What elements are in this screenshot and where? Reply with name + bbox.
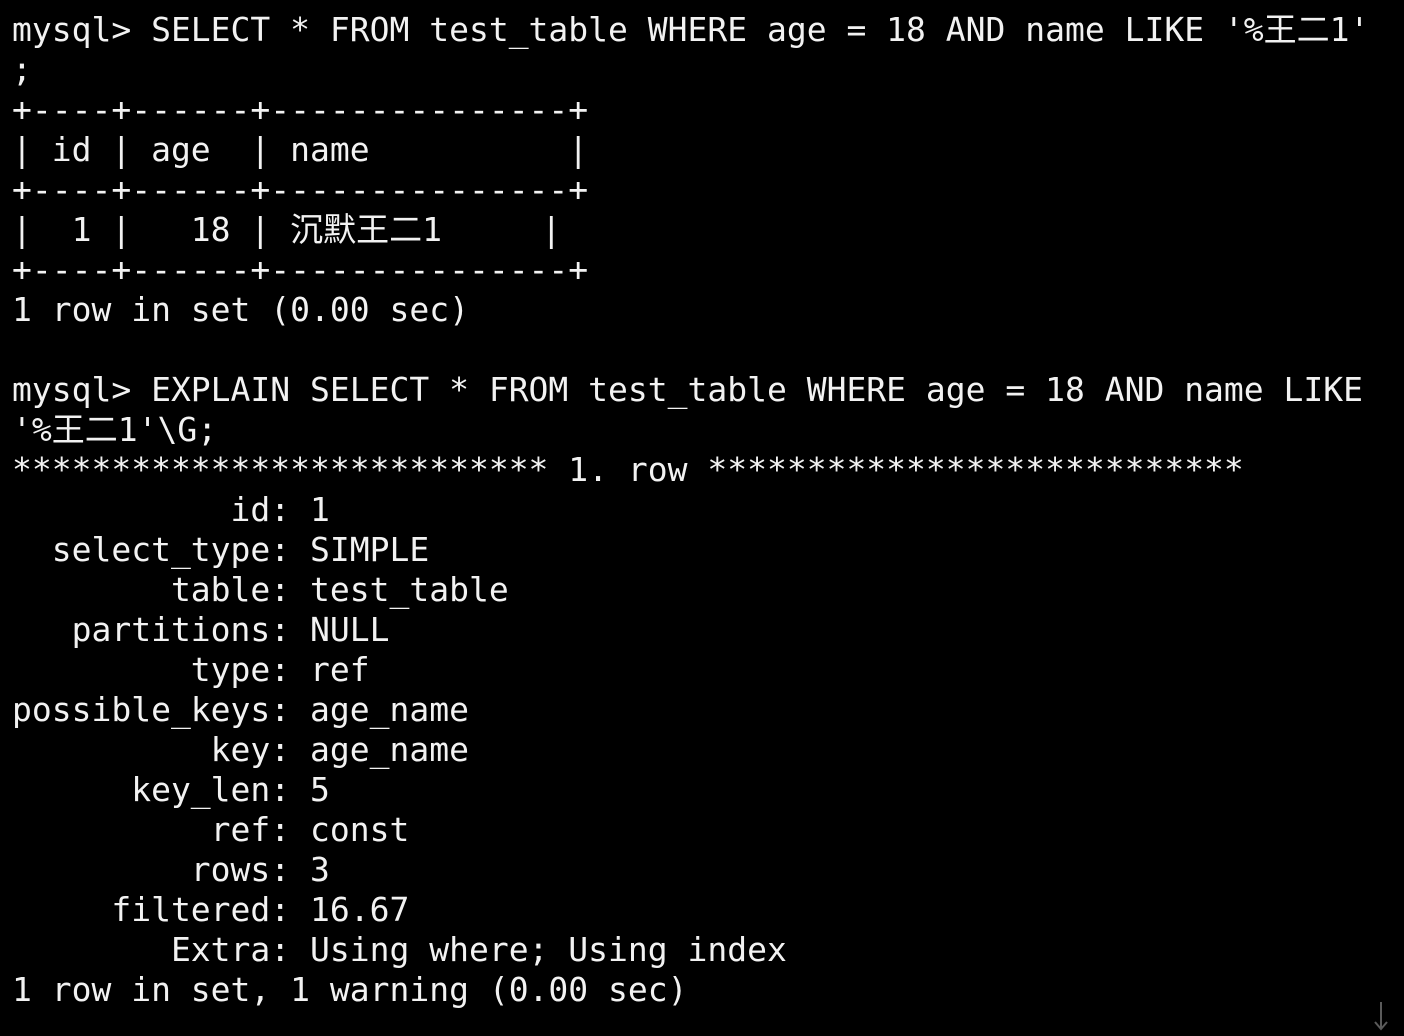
- explain-continuation-line: '%王二1'\G;: [12, 410, 218, 449]
- explain-ref-field: ref: const: [12, 810, 410, 849]
- table-border-bottom: +----+------+---------------+: [12, 250, 589, 289]
- explain-prompt-line: mysql> EXPLAIN SELECT * FROM test_table …: [12, 370, 1364, 409]
- table-border-middle: +----+------+---------------+: [12, 170, 589, 209]
- explain-table-field: table: test_table: [12, 570, 509, 609]
- explain-filtered-field: filtered: 16.67: [12, 890, 410, 929]
- scroll-down-arrow-icon[interactable]: [1372, 1000, 1390, 1034]
- explain-row-header: *************************** 1. row *****…: [12, 450, 1244, 489]
- explain-rows-field: rows: 3: [12, 850, 330, 889]
- explain-type-field: type: ref: [12, 650, 370, 689]
- table-row: | 1 | 18 | 沉默王二1 |: [12, 210, 562, 249]
- explain-result-status: 1 row in set, 1 warning (0.00 sec): [12, 970, 688, 1009]
- explain-id-field: id: 1: [12, 490, 330, 529]
- explain-extra-field: Extra: Using where; Using index: [12, 930, 787, 969]
- explain-select-type-field: select_type: SIMPLE: [12, 530, 430, 569]
- select-terminator-line: ;: [12, 50, 32, 89]
- table-header-row: | id | age | name |: [12, 130, 589, 169]
- explain-key-field: key: age_name: [12, 730, 469, 769]
- explain-partitions-field: partitions: NULL: [12, 610, 390, 649]
- select-result-status: 1 row in set (0.00 sec): [12, 290, 469, 329]
- table-border-top: +----+------+---------------+: [12, 90, 589, 129]
- select-prompt-line: mysql> SELECT * FROM test_table WHERE ag…: [12, 10, 1370, 49]
- explain-key-len-field: key_len: 5: [12, 770, 330, 809]
- explain-possible-keys-field: possible_keys: age_name: [12, 690, 469, 729]
- terminal-output[interactable]: mysql> SELECT * FROM test_table WHERE ag…: [12, 10, 1400, 1010]
